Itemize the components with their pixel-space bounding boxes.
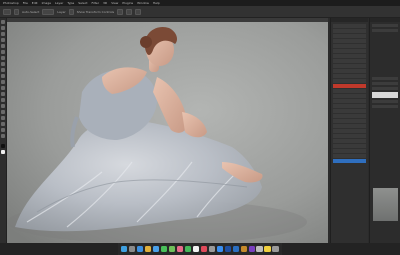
status-bar-right [282, 243, 400, 255]
align-center-icon[interactable] [126, 8, 133, 15]
clone-stamp-tool-icon[interactable] [1, 68, 5, 72]
calendar-icon[interactable] [192, 245, 200, 253]
crop-tool-icon[interactable] [1, 44, 5, 48]
property-row[interactable] [372, 100, 398, 103]
properties-tab-bar[interactable] [370, 18, 400, 22]
property-row[interactable] [372, 105, 398, 108]
layer-row[interactable] [333, 39, 366, 43]
align-right-icon[interactable] [135, 8, 142, 15]
panel-tab-bar[interactable] [331, 18, 368, 22]
layer-row[interactable] [333, 34, 366, 38]
layer-row[interactable] [333, 29, 366, 33]
eyedropper-tool-icon[interactable] [1, 50, 5, 54]
layer-row[interactable] [333, 94, 366, 98]
eraser-tool-icon[interactable] [1, 80, 5, 84]
marquee-tool-icon[interactable] [1, 26, 5, 30]
layer-row-selected-red[interactable] [333, 84, 366, 88]
transform-controls-checkbox[interactable] [68, 8, 74, 15]
property-row[interactable] [372, 29, 398, 32]
layer-row[interactable] [333, 89, 366, 93]
layer-row[interactable] [333, 104, 366, 108]
brush-tool-icon[interactable] [1, 62, 5, 66]
settings-icon[interactable] [208, 245, 216, 253]
layers-panel [330, 18, 368, 243]
healing-brush-tool-icon[interactable] [1, 56, 5, 60]
app-store-icon[interactable] [216, 245, 224, 253]
auto-select-checkbox[interactable] [14, 8, 19, 15]
layer-row[interactable] [333, 114, 366, 118]
align-left-icon[interactable] [117, 8, 124, 15]
history-brush-tool-icon[interactable] [1, 74, 5, 78]
photoshop-icon[interactable] [224, 245, 232, 253]
layer-row[interactable] [333, 144, 366, 148]
facetime-icon[interactable] [184, 245, 192, 253]
lasso-tool-icon[interactable] [1, 32, 5, 36]
layer-row[interactable] [333, 49, 366, 53]
layer-row[interactable] [333, 59, 366, 63]
layer-row[interactable] [333, 79, 366, 83]
chrome-icon[interactable] [144, 245, 152, 253]
blur-tool-icon[interactable] [1, 92, 5, 96]
layer-row[interactable] [333, 69, 366, 73]
layer-row[interactable] [333, 99, 366, 103]
premiere-icon[interactable] [248, 245, 255, 253]
layer-dropdown[interactable] [42, 8, 55, 15]
layer-row[interactable] [333, 154, 366, 158]
maps-icon[interactable] [168, 245, 176, 253]
background-color-swatch[interactable] [1, 150, 5, 154]
layer-row[interactable] [333, 134, 366, 138]
layer-row[interactable] [333, 64, 366, 68]
property-row[interactable] [372, 24, 398, 27]
hand-tool-icon[interactable] [1, 128, 5, 132]
auto-select-label: Auto-Select [22, 9, 40, 14]
pen-tool-icon[interactable] [1, 104, 5, 108]
preview-icon[interactable] [256, 245, 263, 253]
foreground-color-swatch[interactable] [1, 144, 5, 148]
document-canvas[interactable] [7, 22, 328, 243]
mail-icon[interactable] [152, 245, 160, 253]
quick-select-tool-icon[interactable] [1, 38, 5, 42]
property-row[interactable] [372, 77, 398, 80]
layer-row-selected-blue[interactable] [333, 159, 366, 163]
macos-dock [118, 243, 282, 255]
tools-panel [0, 18, 7, 243]
transform-controls-label: Show Transform Controls [76, 9, 115, 14]
bridge-icon[interactable] [240, 245, 247, 253]
safari-icon[interactable] [136, 245, 144, 253]
layer-row[interactable] [333, 44, 366, 48]
music-icon[interactable] [200, 245, 208, 253]
trash-icon[interactable] [272, 245, 279, 253]
layer-row[interactable] [333, 24, 366, 28]
color-swatch-preview[interactable] [372, 92, 398, 98]
move-tool-preset-button[interactable] [3, 8, 11, 15]
layer-row[interactable] [333, 74, 366, 78]
gradient-tool-icon[interactable] [1, 86, 5, 90]
shape-tool-icon[interactable] [1, 122, 5, 126]
zoom-tool-icon[interactable] [1, 134, 5, 138]
messages-icon[interactable] [160, 245, 168, 253]
options-bar: Auto-Select Layer Show Transform Control… [0, 6, 400, 18]
layer-row[interactable] [333, 54, 366, 58]
launchpad-icon[interactable] [128, 245, 136, 253]
notes-icon[interactable] [264, 245, 271, 253]
photos-icon[interactable] [176, 245, 184, 253]
layer-row[interactable] [333, 119, 366, 123]
navigator-thumbnail[interactable] [373, 188, 398, 221]
layer-row[interactable] [333, 149, 366, 153]
layer-row[interactable] [333, 124, 366, 128]
property-row[interactable] [372, 82, 398, 85]
dodge-tool-icon[interactable] [1, 98, 5, 102]
finder-icon[interactable] [121, 245, 128, 253]
layer-row[interactable] [333, 139, 366, 143]
lightroom-icon[interactable] [232, 245, 240, 253]
status-bar-left [0, 243, 118, 255]
type-tool-icon[interactable] [1, 110, 5, 114]
property-row[interactable] [372, 87, 398, 90]
move-tool-icon[interactable] [1, 20, 5, 24]
layer-row[interactable] [333, 109, 366, 113]
path-select-tool-icon[interactable] [1, 116, 5, 120]
layer-row[interactable] [333, 129, 366, 133]
photo-image [7, 22, 328, 243]
layer-label: Layer [57, 9, 66, 14]
